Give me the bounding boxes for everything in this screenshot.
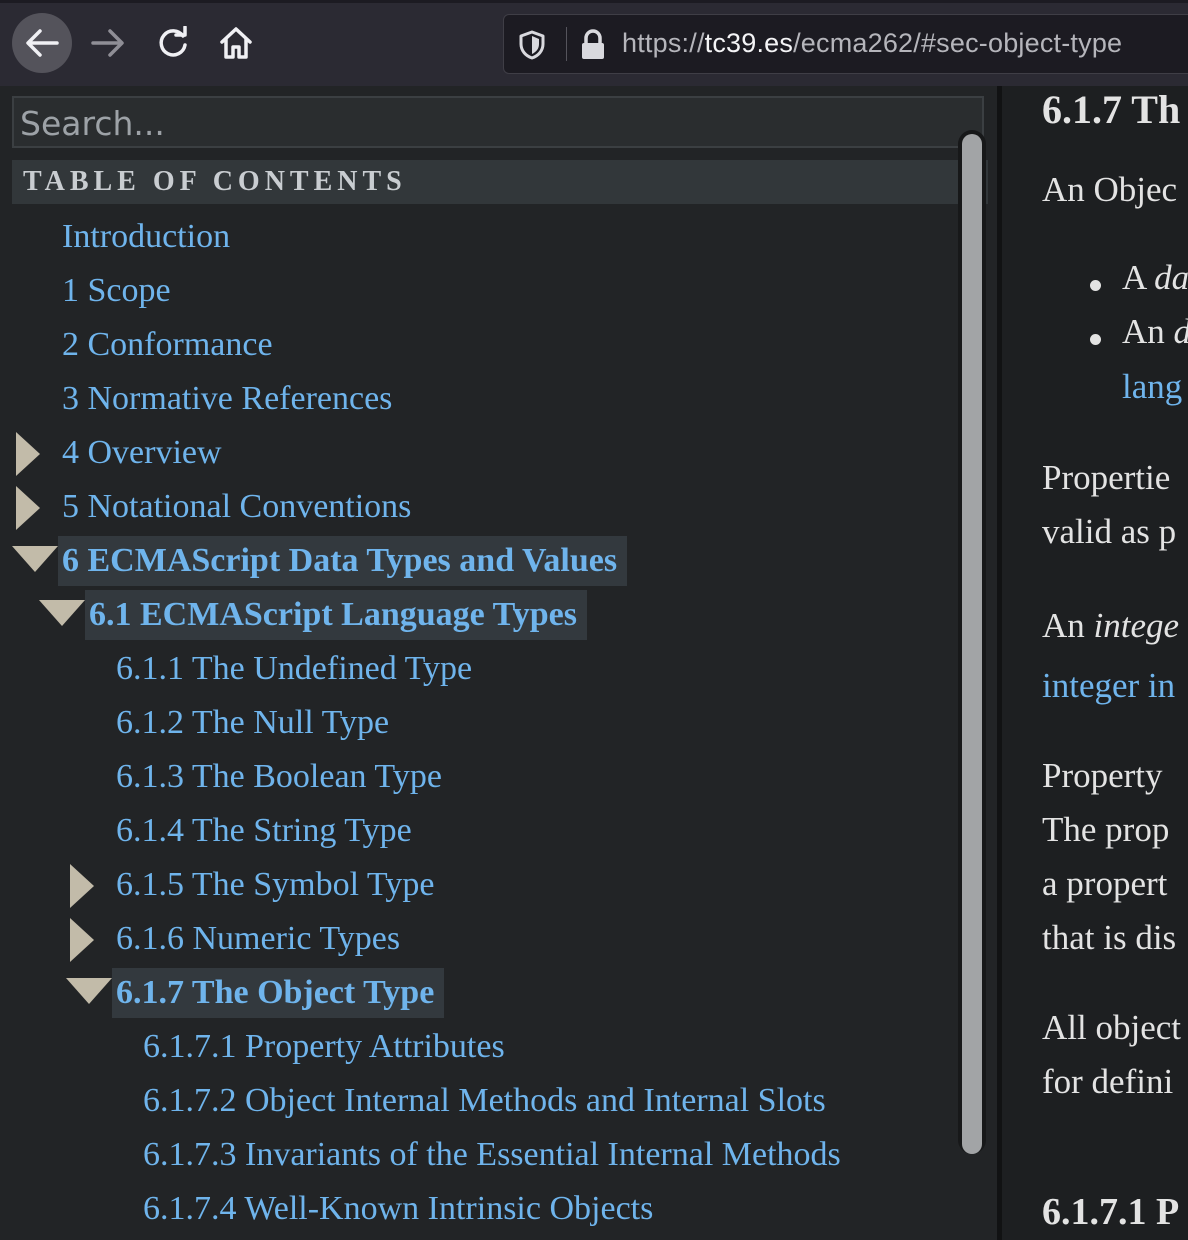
scrollbar-thumb[interactable]: [962, 134, 982, 1154]
bullet-dot: [1090, 334, 1101, 345]
browser-toolbar: https://tc39.es/ecma262/#sec-object-type: [0, 0, 1188, 87]
tab-strip-edge: [0, 0, 1188, 3]
toc-item[interactable]: 6.1.6 Numeric Types: [116, 914, 408, 964]
spec-link[interactable]: lang: [1122, 367, 1182, 407]
list-item-term: d: [1174, 312, 1188, 351]
home-icon: [220, 27, 252, 59]
reload-icon: [159, 26, 187, 57]
toc-item-label[interactable]: 6.1.3 The Boolean Type: [116, 758, 450, 795]
url-scheme: https://: [622, 28, 705, 58]
toc-item[interactable]: 6.1.2 The Null Type: [116, 698, 397, 748]
spec-content: 6.1.7 Th An Objec A da An d lang Propert…: [1002, 86, 1188, 1240]
url-text[interactable]: https://tc39.es/ecma262/#sec-object-type: [622, 28, 1122, 59]
search-input[interactable]: [12, 96, 984, 148]
forward-button[interactable]: [78, 13, 138, 73]
address-bar-divider: [566, 27, 567, 61]
toc-item[interactable]: 6.1.1 The Undefined Type: [116, 644, 480, 694]
list-item-term: da: [1154, 258, 1188, 297]
toc-item[interactable]: 6.1 ECMAScript Language Types: [85, 590, 588, 640]
paragraph-term: intege: [1093, 606, 1180, 645]
toc-title: TABLE OF CONTENTS: [12, 160, 988, 204]
toc-item-label[interactable]: 4 Overview: [62, 434, 230, 471]
paragraph-text: a propert: [1042, 864, 1168, 903]
toc-item-label[interactable]: 6.1.7.2 Object Internal Methods and Inte…: [143, 1082, 834, 1119]
toc-item[interactable]: 6.1.7.1 Property Attributes: [143, 1022, 513, 1072]
url-path: /ecma262/#sec-object-type: [793, 28, 1123, 58]
toc-item[interactable]: 1 Scope: [62, 266, 179, 316]
shield-icon[interactable]: [518, 30, 546, 60]
arrow-left-icon: [26, 29, 59, 57]
toc-item-label[interactable]: 5 Notational Conventions: [62, 488, 419, 525]
toc-item[interactable]: 6.1.7.3 Invariants of the Essential Inte…: [143, 1130, 849, 1180]
toc-item[interactable]: 6 ECMAScript Data Types and Values: [58, 536, 628, 586]
list-item-text: A: [1122, 258, 1155, 297]
toc-item-label[interactable]: 3 Normative References: [62, 380, 400, 417]
toc-item-label[interactable]: 6.1.2 The Null Type: [116, 704, 397, 741]
home-button[interactable]: [206, 13, 266, 73]
list-item-text: An: [1122, 312, 1174, 351]
expand-triangle-icon[interactable]: [70, 864, 94, 908]
paragraph-text: valid as p: [1042, 512, 1177, 551]
toc-item[interactable]: 6.1.7.2 Object Internal Methods and Inte…: [143, 1076, 834, 1126]
toc-item-label[interactable]: 6.1.5 The Symbol Type: [116, 866, 442, 903]
toc-item-label[interactable]: 6.1.1 The Undefined Type: [116, 650, 480, 687]
toc-item[interactable]: 6.1.7 The Object Type: [112, 968, 445, 1018]
paragraph-text: that is dis: [1042, 918, 1177, 957]
toc-item-label[interactable]: 6.1.7 The Object Type: [112, 968, 445, 1018]
subsection-heading: 6.1.7.1 P: [1042, 1191, 1180, 1233]
expand-triangle-icon[interactable]: [70, 918, 94, 962]
address-bar[interactable]: https://tc39.es/ecma262/#sec-object-type: [503, 14, 1188, 74]
back-button[interactable]: [12, 13, 72, 73]
lock-icon[interactable]: [580, 29, 606, 61]
spec-link[interactable]: integer in: [1042, 666, 1175, 706]
toc-item[interactable]: 2 Conformance: [62, 320, 281, 370]
collapse-triangle-icon[interactable]: [66, 978, 112, 1004]
toc-item[interactable]: 3 Normative References: [62, 374, 400, 424]
paragraph-text: Property: [1042, 756, 1163, 795]
paragraph-text: The prop: [1042, 810, 1170, 849]
toc-item-label[interactable]: 6 ECMAScript Data Types and Values: [58, 536, 628, 586]
url-host: tc39.es: [704, 28, 794, 58]
sidebar: TABLE OF CONTENTS Introduction 1 Scope 2 C…: [0, 86, 1000, 1240]
bullet-dot: [1090, 280, 1101, 291]
expand-triangle-icon[interactable]: [16, 432, 40, 476]
list-item: A da: [1122, 258, 1188, 298]
toc-item-label[interactable]: 1 Scope: [62, 272, 179, 309]
toc-item-label[interactable]: Introduction: [62, 218, 238, 255]
list-item: An d: [1122, 312, 1188, 352]
toc-item[interactable]: 4 Overview: [62, 428, 230, 478]
toc-item-label[interactable]: 6.1.4 The String Type: [116, 812, 420, 849]
section-heading: 6.1.7 Th: [1042, 87, 1181, 132]
paragraph-text: Propertie: [1042, 458, 1171, 497]
paragraph-text: for defini: [1042, 1062, 1174, 1101]
toc-item-label[interactable]: 6.1 ECMAScript Language Types: [85, 590, 588, 640]
collapse-triangle-icon[interactable]: [39, 600, 85, 626]
toc-item-label[interactable]: 6.1.7.1 Property Attributes: [143, 1028, 513, 1065]
toc-item[interactable]: Introduction: [62, 212, 238, 262]
arrow-right-icon: [91, 29, 124, 57]
toc-item[interactable]: 6.1.7.4 Well-Known Intrinsic Objects: [143, 1184, 661, 1234]
expand-triangle-icon[interactable]: [16, 486, 40, 530]
collapse-triangle-icon[interactable]: [12, 546, 58, 572]
toc-item-label[interactable]: 6.1.6 Numeric Types: [116, 920, 408, 957]
paragraph-text: All object: [1042, 1008, 1181, 1047]
toc-item[interactable]: 6.1.3 The Boolean Type: [116, 752, 450, 802]
toc-item-label[interactable]: 2 Conformance: [62, 326, 281, 363]
paragraph-text: An Objec: [1042, 170, 1178, 209]
toc-item-label[interactable]: 6.1.7.3 Invariants of the Essential Inte…: [143, 1136, 849, 1173]
toc-item[interactable]: 5 Notational Conventions: [62, 482, 419, 532]
paragraph-fragment: An: [1042, 606, 1094, 645]
toc-item[interactable]: 6.1.5 The Symbol Type: [116, 860, 442, 910]
toc-item[interactable]: 6.1.4 The String Type: [116, 806, 420, 856]
paragraph-text: An intege: [1042, 606, 1179, 646]
reload-button[interactable]: [143, 13, 203, 73]
toc-item-label[interactable]: 6.1.7.4 Well-Known Intrinsic Objects: [143, 1190, 661, 1227]
